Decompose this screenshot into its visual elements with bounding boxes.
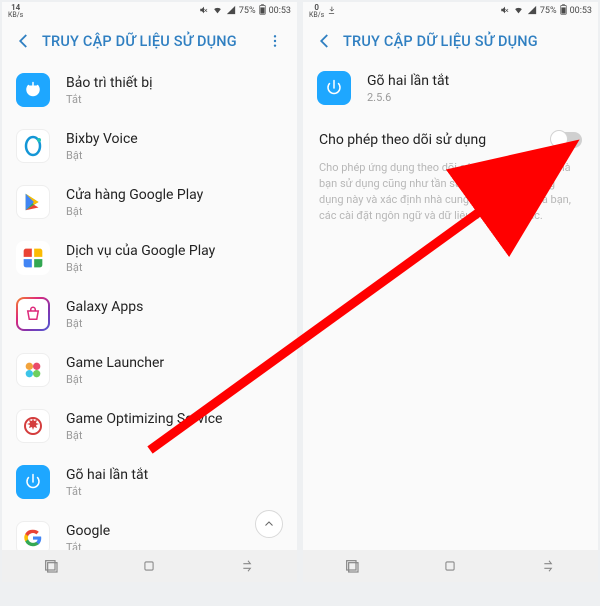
google-icon	[16, 521, 50, 550]
app-state: Bật	[66, 429, 222, 443]
play-store-icon	[16, 185, 50, 219]
net-speed: 0KB/s	[309, 4, 324, 19]
list-item[interactable]: Game LauncherBật	[2, 342, 297, 398]
power-icon	[317, 71, 351, 105]
status-bar: 0KB/s 75% 00:53	[303, 2, 598, 20]
play-services-icon	[16, 241, 50, 275]
app-name: Galaxy Apps	[66, 298, 143, 316]
app-list: Bảo trì thiết bịTắt Bixby VoiceBật Cửa h…	[2, 62, 297, 550]
phone-right: 0KB/s 75% 00:53 TRUY CẬP DỮ LIỆU SỬ DỤNG	[303, 2, 598, 582]
nav-home[interactable]	[430, 559, 470, 573]
cell-icon	[527, 5, 537, 18]
app-state: Tắt	[66, 93, 153, 107]
app-state: Bật	[66, 317, 143, 331]
app-state: Tắt	[66, 485, 148, 499]
nav-recents[interactable]	[31, 558, 71, 574]
clock: 00:53	[570, 6, 592, 16]
header: TRUY CẬP DỮ LIỆU SỬ DỤNG	[303, 20, 598, 62]
wifi-icon	[513, 5, 524, 18]
wifi-icon	[212, 5, 223, 18]
game-launcher-icon	[16, 353, 50, 387]
nav-back[interactable]	[529, 559, 569, 573]
back-button[interactable]	[313, 29, 337, 53]
battery-icon	[560, 4, 567, 18]
list-item[interactable]: GoogleTắt	[2, 510, 297, 550]
bixby-icon	[16, 129, 50, 163]
navigation-bar	[2, 550, 297, 582]
battery-text: 75%	[540, 6, 557, 16]
scroll-top-button[interactable]	[255, 510, 283, 538]
app-state: Tắt	[66, 541, 110, 551]
app-state: Bật	[66, 205, 203, 219]
navigation-bar	[303, 550, 598, 582]
list-item[interactable]: Game Optimizing ServiceBật	[2, 398, 297, 454]
list-item[interactable]: Galaxy AppsBật	[2, 286, 297, 342]
app-state: Bật	[66, 373, 164, 387]
app-name: Game Launcher	[66, 354, 164, 372]
app-name: Cửa hàng Google Play	[66, 186, 203, 204]
page-title: TRUY CẬP DỮ LIỆU SỬ DỤNG	[42, 33, 263, 50]
clock: 00:53	[269, 6, 291, 16]
status-bar: 14KB/s 75% 00:53	[2, 2, 297, 20]
back-button[interactable]	[12, 29, 36, 53]
app-name: Game Optimizing Service	[66, 410, 222, 428]
list-item[interactable]: Gõ hai lần tắtTắt	[2, 454, 297, 510]
page-title: TRUY CẬP DỮ LIỆU SỬ DỤNG	[343, 33, 588, 50]
list-item[interactable]: Cửa hàng Google PlayBật	[2, 174, 297, 230]
app-name: Gõ hai lần tắt	[66, 466, 148, 484]
battery-text: 75%	[239, 6, 256, 16]
mute-icon	[199, 5, 209, 18]
app-name: Google	[66, 522, 110, 540]
game-optimizing-icon	[16, 409, 50, 443]
nav-back[interactable]	[228, 559, 268, 573]
list-item[interactable]: Bixby VoiceBật	[2, 118, 297, 174]
app-name: Gõ hai lần tắt	[367, 72, 449, 90]
galaxy-apps-icon	[16, 297, 50, 331]
toggle-label: Cho phép theo dõi sử dụng	[319, 132, 486, 148]
mute-icon	[500, 5, 510, 18]
nav-recents[interactable]	[332, 558, 372, 574]
power-icon	[16, 73, 50, 107]
detail-body: Gõ hai lần tắt 2.5.6 Cho phép theo dõi s…	[303, 62, 598, 550]
power-icon	[16, 465, 50, 499]
app-state: Bật	[66, 261, 215, 275]
phone-left: 14KB/s 75% 00:53	[2, 2, 297, 582]
app-name: Bảo trì thiết bị	[66, 74, 153, 92]
app-version: 2.5.6	[367, 91, 449, 105]
nav-home[interactable]	[129, 559, 169, 573]
app-state: Bật	[66, 149, 138, 163]
battery-icon	[259, 4, 266, 18]
usage-toggle-row[interactable]: Cho phép theo dõi sử dụng	[303, 118, 598, 158]
list-item[interactable]: Bảo trì thiết bịTắt	[2, 62, 297, 118]
toggle-description: Cho phép ứng dụng theo dõi các ứng dụng …	[303, 158, 598, 224]
usage-toggle[interactable]	[552, 132, 582, 148]
cell-icon	[226, 5, 236, 18]
download-icon	[327, 5, 336, 18]
app-name: Bixby Voice	[66, 130, 138, 148]
app-header-row: Gõ hai lần tắt 2.5.6	[303, 62, 598, 118]
app-name: Dịch vụ của Google Play	[66, 242, 215, 260]
overflow-menu[interactable]	[263, 29, 287, 53]
net-speed: 14KB/s	[8, 4, 23, 19]
list-item[interactable]: Dịch vụ của Google PlayBật	[2, 230, 297, 286]
header: TRUY CẬP DỮ LIỆU SỬ DỤNG	[2, 20, 297, 62]
